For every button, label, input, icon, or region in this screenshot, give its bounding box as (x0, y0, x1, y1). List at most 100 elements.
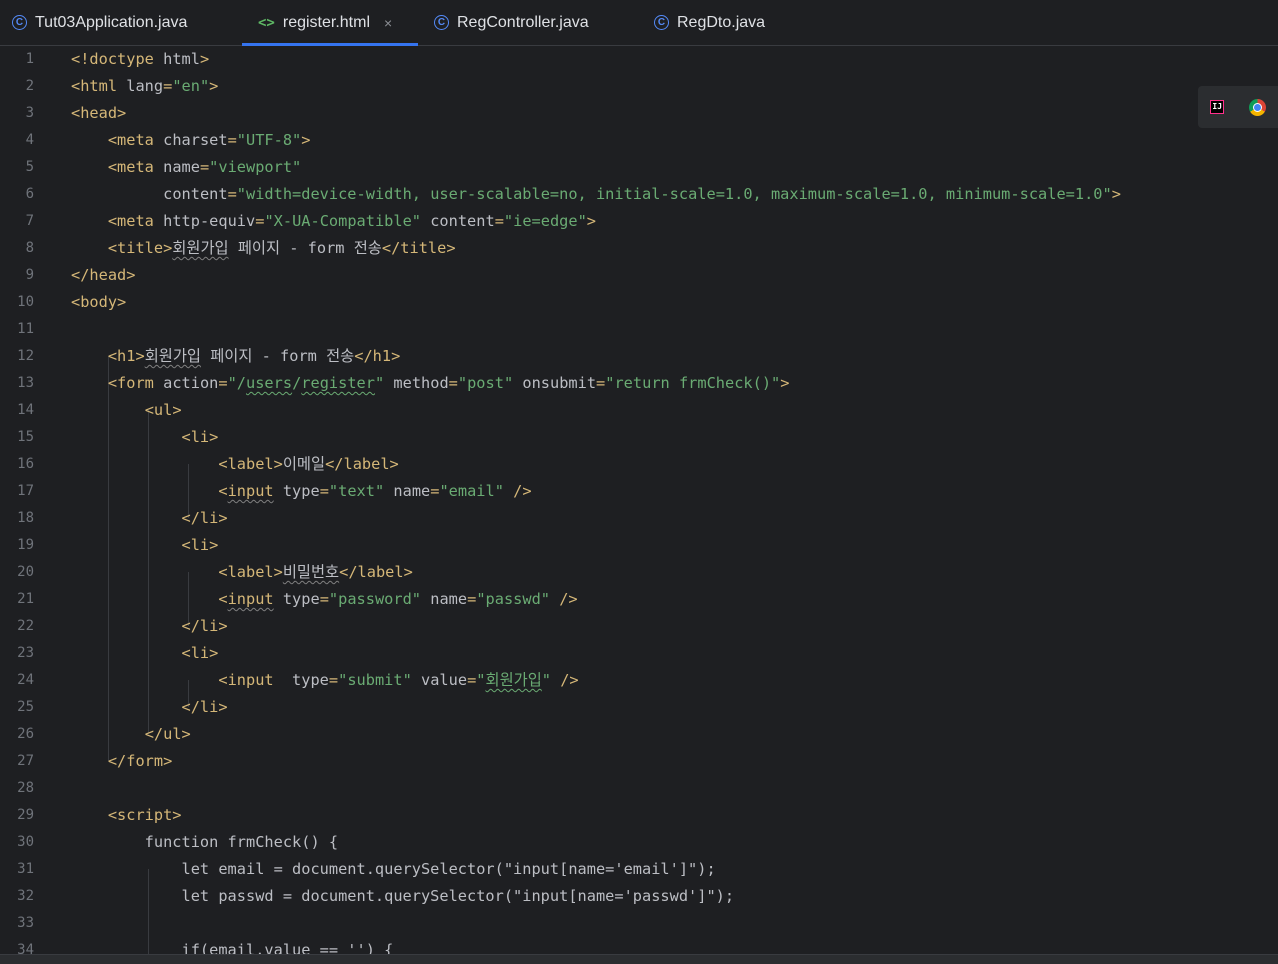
line-number: 33 (17, 915, 34, 931)
code-token: <html (71, 77, 127, 95)
code-token: <head> (71, 104, 127, 122)
intellij-icon[interactable]: IJ (1210, 100, 1225, 114)
code-token: <form (107, 374, 164, 392)
code-token: </head> (71, 266, 136, 284)
code-line[interactable]: <html lang="en"> (71, 73, 218, 100)
code-token: "width=device-width, user-scalable=no, i… (236, 185, 1112, 203)
code-token: users (246, 374, 293, 392)
line-number: 23 (17, 645, 34, 661)
code-token: "text" (328, 482, 385, 500)
editor-tab-bar: C Tut03Application.java <> register.html… (0, 0, 1278, 46)
line-number: 29 (17, 807, 34, 823)
code-area[interactable]: <!doctype html> <html lang="en"> <head> <m… (71, 46, 1278, 954)
line-number: 25 (17, 699, 34, 715)
code-token: name (163, 158, 200, 176)
code-line[interactable]: <body> (71, 289, 126, 316)
line-number: 4 (25, 132, 34, 148)
code-line[interactable]: <li> (71, 640, 219, 667)
browser-popup: IJ (1198, 86, 1278, 128)
code-token: > (301, 131, 311, 149)
code-token: "viewport" (209, 158, 302, 176)
code-token: <title> (107, 239, 173, 257)
code-line[interactable]: <li> (71, 532, 219, 559)
code-line[interactable]: <input type="text" name="email" /> (71, 478, 531, 505)
code-token: " (374, 374, 385, 392)
code-line[interactable]: <input type="submit" value="회원가입" /> (71, 667, 578, 694)
code-token: = (467, 671, 477, 689)
code-token: name (421, 590, 468, 608)
code-token: <li> (181, 428, 219, 446)
code-token: > (199, 50, 210, 68)
code-line[interactable]: <label>비밀번호</label> (71, 559, 412, 586)
code-line[interactable]: let passwd = document.querySelector("inp… (71, 883, 735, 910)
code-line[interactable]: <li> (71, 424, 219, 451)
code-token: <label> (218, 455, 283, 473)
line-number: 15 (17, 429, 34, 445)
line-number: 6 (25, 186, 34, 202)
code-token: <body> (71, 293, 127, 311)
tab-regdto[interactable]: C RegDto.java (638, 0, 798, 45)
code-token: = (319, 590, 329, 608)
close-icon[interactable]: × (384, 15, 392, 31)
code-token: <script> (107, 806, 182, 824)
code-token: / (292, 374, 302, 392)
code-token: > (586, 212, 597, 230)
code-line[interactable]: <meta charset="UTF-8"> (71, 127, 311, 154)
code-token: method (384, 374, 449, 392)
code-line[interactable]: <h1>회원가입 페이지 - form 전송</h1> (71, 343, 400, 370)
line-number: 27 (17, 753, 34, 769)
code-line[interactable]: <input type="password" name="passwd" /> (71, 586, 577, 613)
code-editor[interactable]: 1 2 3 4 5 6 7 8 9 10 11 12 13 14 15 16 17 18 19 20 21 22 23 24 2… (0, 46, 1278, 954)
code-token: </h1> (354, 347, 401, 365)
code-line[interactable]: <meta http-equiv = "X-UA-Compatible" conte… (71, 208, 596, 235)
line-number: 34 (17, 942, 34, 954)
code-line[interactable]: </li> (71, 694, 228, 721)
code-line[interactable]: let email = document.querySelector("inpu… (71, 856, 716, 883)
code-line[interactable]: <ul> (71, 397, 182, 424)
code-line[interactable]: <label>이메일</label> (71, 451, 399, 478)
code-line[interactable]: </li> (71, 505, 228, 532)
code-token: 비밀번호 (282, 563, 340, 581)
code-line[interactable]: </form> (71, 748, 172, 775)
code-line[interactable]: <!doctype html> (71, 46, 209, 73)
code-line[interactable]: <title>회원가입 페이지 - form 전송</title> (71, 235, 456, 262)
code-line[interactable]: </li> (71, 613, 228, 640)
code-line[interactable]: <form action="/users/register" method="p… (71, 370, 790, 397)
code-token: < (218, 590, 228, 608)
tab-regcontroller[interactable]: C RegController.java (418, 0, 638, 45)
code-token: register (301, 374, 375, 392)
tab-register-html[interactable]: <> register.html × (242, 0, 418, 46)
code-token: lang (126, 77, 164, 95)
code-line[interactable]: <meta name="viewport" (71, 154, 301, 181)
code-token: html (163, 50, 200, 68)
code-line[interactable]: <script> (71, 802, 182, 829)
code-token: </label> (325, 455, 399, 473)
code-line[interactable]: function frmCheck() { (71, 829, 338, 856)
code-token: 페이지 - form 전송 (200, 347, 355, 365)
code-line[interactable]: </ul> (71, 721, 191, 748)
code-line[interactable]: if(email.value == '') { (71, 937, 394, 954)
code-token: = (227, 131, 237, 149)
code-token: "email" (439, 482, 504, 500)
code-token: "submit" (338, 671, 412, 689)
code-line[interactable]: </head> (71, 262, 135, 289)
line-number: 22 (17, 618, 34, 634)
code-token: = (199, 158, 210, 176)
line-number: 8 (25, 240, 34, 256)
code-line[interactable]: content="width=device-width, user-scalab… (71, 181, 1121, 208)
code-token: <!doctype (71, 50, 164, 68)
chrome-icon[interactable] (1248, 98, 1266, 116)
code-token: type (282, 671, 329, 689)
code-token: </li> (181, 509, 228, 527)
tab-tut03application[interactable]: C Tut03Application.java (0, 0, 218, 45)
code-line[interactable]: <head> (71, 100, 126, 127)
line-number: 21 (17, 591, 34, 607)
code-token: 이메일 (282, 455, 326, 473)
